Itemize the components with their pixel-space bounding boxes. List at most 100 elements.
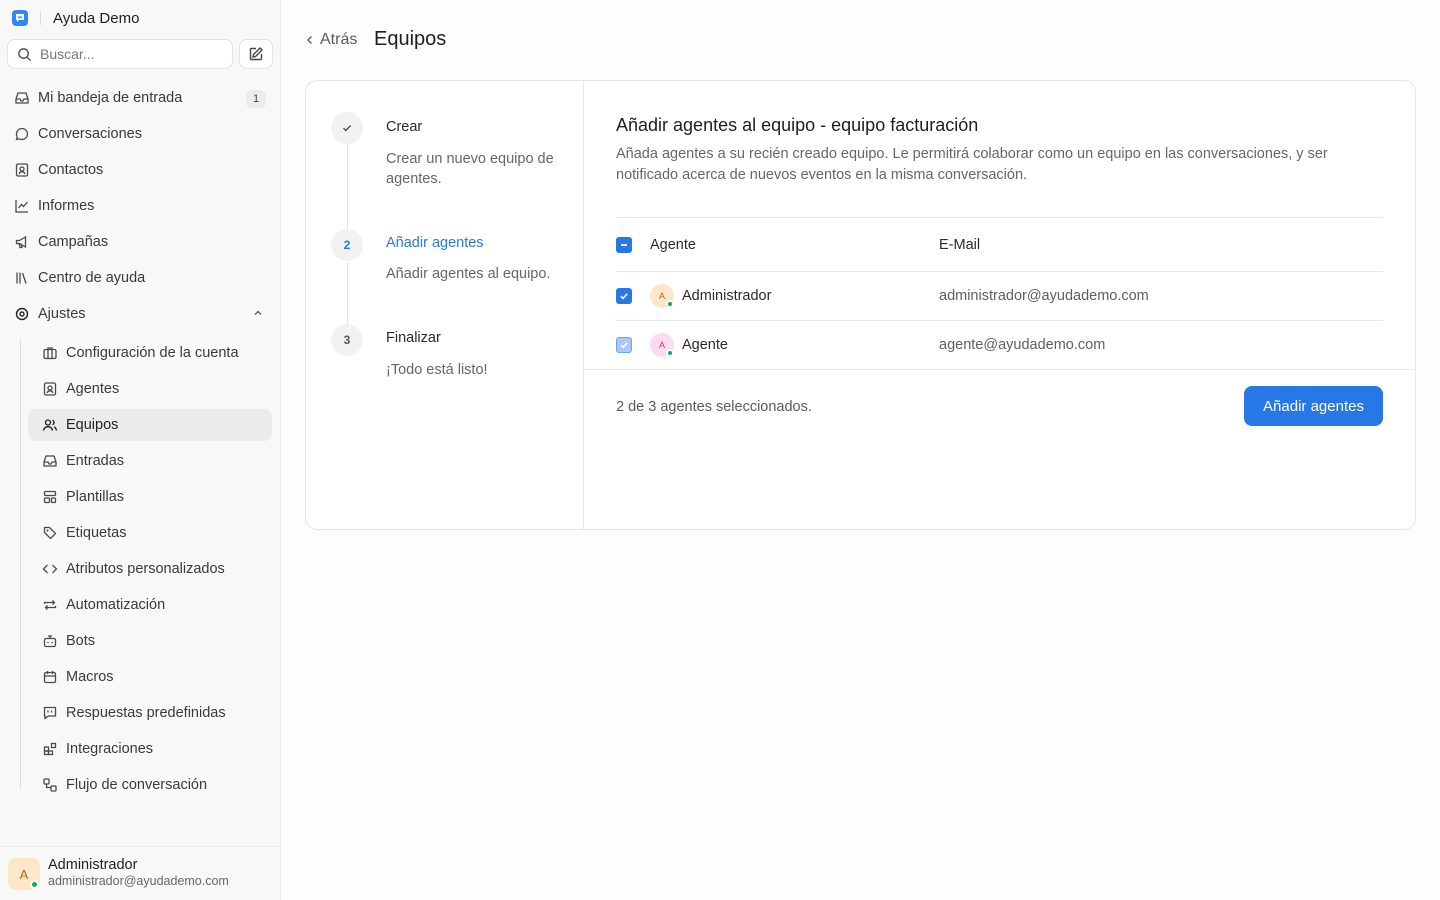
sidebar-item-campaigns[interactable]: Campañas [6,226,272,258]
sidebar-item-macros[interactable]: Macros [28,661,272,693]
sidebar-item-automation[interactable]: Automatización [28,589,272,621]
chevron-up-icon[interactable] [252,307,264,319]
sidebar-item-templates[interactable]: Plantillas [28,481,272,513]
add-agents-panel: Añadir agentes al equipo - equipo factur… [584,81,1415,529]
workflow-icon [42,777,58,793]
sidebar-item-contacts[interactable]: Contactos [6,154,272,186]
pencil-square-icon [248,46,264,62]
agent-email: agente@ayudademo.com [939,337,1106,353]
layout-template-icon [42,489,58,505]
user-profile[interactable]: A Administrador administrador@ayudademo.… [0,846,280,900]
contact-card-icon [42,381,58,397]
sidebar-item-conversations[interactable]: Conversaciones [6,118,272,150]
panel-description: Añada agentes a su recién creado equipo.… [616,146,1328,183]
sidebar-item-label: Integraciones [66,741,154,757]
column-header-email[interactable]: E-Mail [939,237,980,253]
page-title: Equipos [374,28,447,50]
chat-bubble-logo-icon [12,10,28,26]
sidebar-item-inboxes[interactable]: Entradas [28,445,272,477]
chat-bubble-icon [14,126,30,142]
sidebar-item-label: Centro de ayuda [38,270,146,286]
check-icon [341,122,353,134]
sidebar-item-teams[interactable]: Equipos [28,409,272,441]
sidebar-item-help-center[interactable]: Centro de ayuda [6,262,272,294]
inbox-icon [42,453,58,469]
library-icon [14,270,30,286]
sidebar-item-label: Etiquetas [66,525,127,541]
sidebar-item-canned-responses[interactable]: Respuestas predefinidas [28,697,272,729]
sidebar-item-settings[interactable]: Ajustes [6,298,272,330]
sidebar-item-label: Ajustes [38,306,86,322]
sidebar-item-label: Atributos personalizados [66,561,225,577]
sidebar-item-label: Plantillas [66,489,125,505]
online-status-dot [30,880,39,889]
sidebar-item-label: Agentes [66,381,120,397]
sidebar-item-label: Informes [38,198,95,214]
compose-button[interactable] [239,39,273,69]
sidebar-item-label: Flujo de conversación [66,777,208,793]
back-button[interactable]: Atrás [304,30,357,50]
contact-card-icon [14,162,30,178]
sidebar-item-integrations[interactable]: Integraciones [28,733,272,765]
step-description: Añadir agentes al equipo. [386,266,551,282]
sidebar-item-conversation-flow[interactable]: Flujo de conversación [28,769,272,801]
users-icon [42,417,58,433]
sidebar-item-label: Respuestas predefinidas [66,705,226,721]
sidebar-item-labels[interactable]: Etiquetas [28,517,272,549]
sidebar-item-custom-attributes[interactable]: Atributos personalizados [28,553,272,585]
sidebar-item-label: Conversaciones [38,126,142,142]
quote-message-icon [42,705,58,721]
inbox-icon [14,90,30,106]
sidebar-item-label: Automatización [66,597,166,613]
blocks-icon [42,741,58,757]
chevron-left-icon [304,34,320,46]
bot-icon [42,633,58,649]
column-header-agent[interactable]: Agente [650,237,696,253]
step-description: ¡Todo está listo! [386,362,488,378]
settings-tree-line [20,340,21,788]
agent-name: Agente [682,337,728,353]
agents-table: Agente E-Mail A Administrador administra… [616,217,1383,369]
table-row[interactable]: A Administrador administrador@ayudademo.… [616,271,1383,320]
sidebar-item-label: Macros [66,669,114,685]
profile-email: administrador@ayudademo.com [48,874,229,888]
step-title: Finalizar [386,330,441,346]
profile-name: Administrador [48,857,138,873]
account-name[interactable]: Ayuda Demo [53,10,139,27]
search-box[interactable] [7,39,233,69]
divider [584,369,1415,370]
step-title: Añadir agentes [386,235,484,251]
online-status-dot [666,349,674,357]
agent-email: administrador@ayudademo.com [939,288,1149,304]
step-connector [347,145,348,231]
tag-icon [42,525,58,541]
gear-icon [14,306,30,322]
sidebar-item-label: Bots [66,633,96,649]
search-input[interactable] [40,46,220,62]
add-agents-button[interactable]: Añadir agentes [1244,386,1383,426]
row-checkbox[interactable] [616,337,632,353]
step-number: 2 [331,229,363,261]
sidebar-item-account-settings[interactable]: Configuración de la cuenta [28,337,272,369]
sidebar-item-label: Contactos [38,162,104,178]
unread-count-badge: 1 [246,90,266,108]
wizard-card: Crear Crear un nuevo equipo de agentes. … [305,80,1416,530]
step-description: Crear un nuevo equipo de agentes. [386,151,554,187]
sidebar-item-reports[interactable]: Informes [6,190,272,222]
sidebar-item-label: Campañas [38,234,109,250]
table-row[interactable]: A Agente agente@ayudademo.com [616,320,1383,369]
sidebar-item-label: Entradas [66,453,125,469]
select-all-checkbox[interactable] [616,237,632,253]
row-checkbox[interactable] [616,288,632,304]
sidebar-item-inbox[interactable]: Mi bandeja de entrada 1 [6,82,272,114]
sidebar-item-agents[interactable]: Agentes [28,373,272,405]
sidebar: Ayuda Demo Mi bandeja de entrada 1 Conve… [0,0,281,900]
online-status-dot [666,300,674,308]
panel-title: Añadir agentes al equipo - equipo factur… [616,115,979,135]
sidebar-item-bots[interactable]: Bots [28,625,272,657]
brand: Ayuda Demo [12,9,139,27]
sidebar-item-label: Configuración de la cuenta [66,345,239,361]
wizard-steps: Crear Crear un nuevo equipo de agentes. … [306,81,584,529]
calendar-icon [42,669,58,685]
settings-submenu: Configuración de la cuenta Agentes Equip… [22,337,272,805]
